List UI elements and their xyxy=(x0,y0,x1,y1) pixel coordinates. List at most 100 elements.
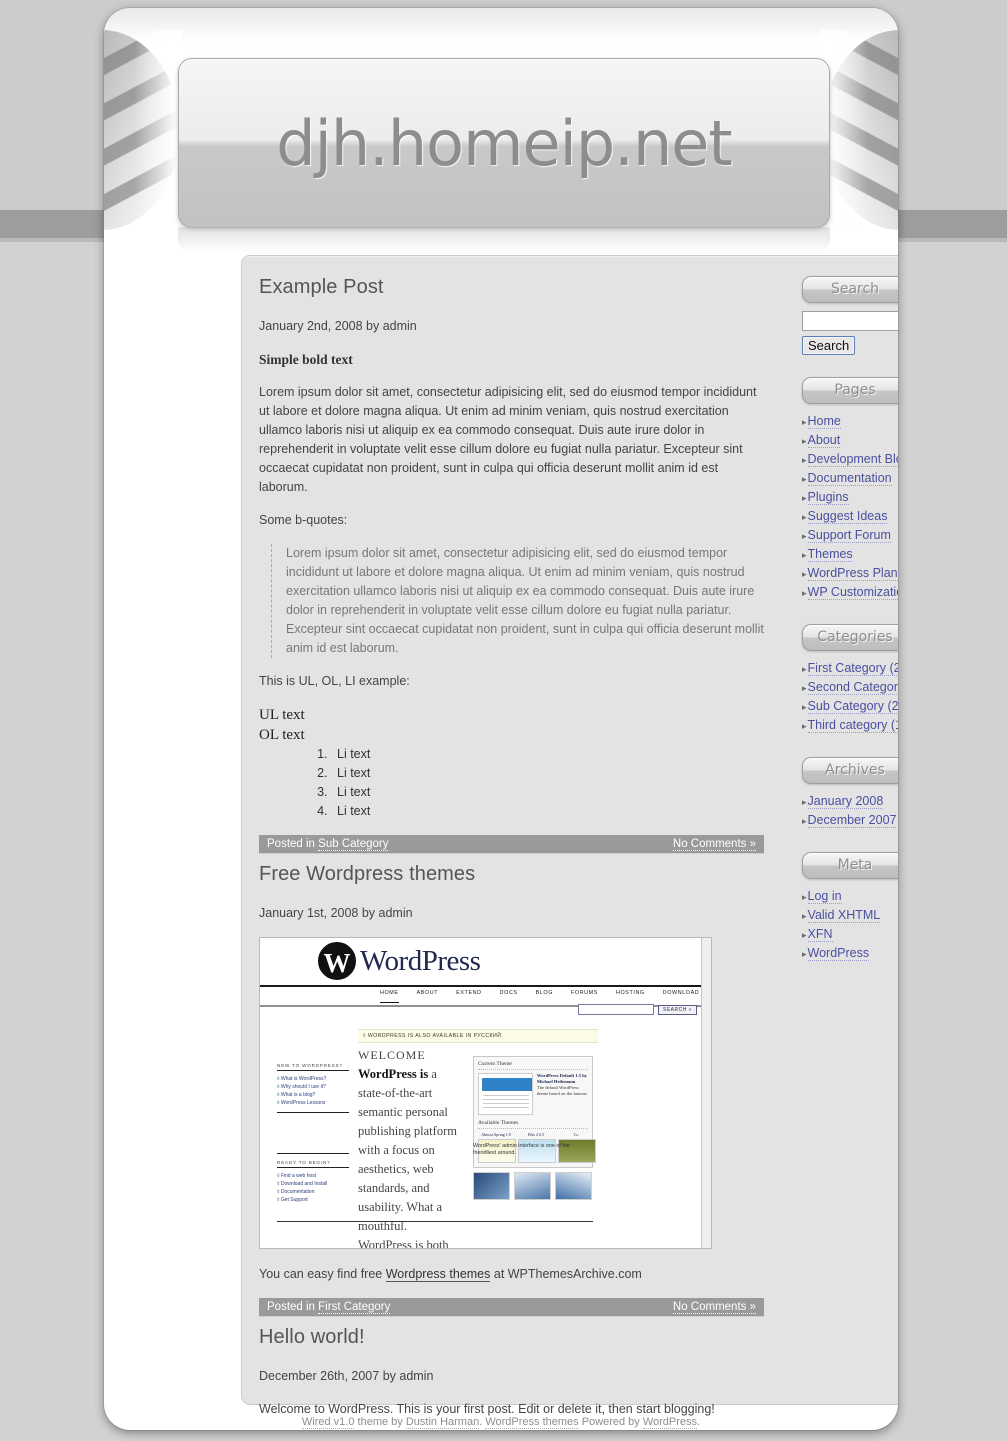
wp-link-list: ◊ Find a web host ◊ Download and Install… xyxy=(277,1172,349,1204)
list-item: ▸First Category (2) xyxy=(802,659,898,678)
widget-categories: Categories ▸First Category (2) ▸Second C… xyxy=(802,624,898,735)
post-example-post: Example Post January 2nd, 2008 by admin … xyxy=(259,276,764,853)
site-header-banner[interactable]: djh.homeip.net xyxy=(178,58,830,228)
wp-search-button: SEARCH » xyxy=(657,1004,697,1015)
sidebar-link[interactable]: Third category (1) xyxy=(807,718,898,733)
sidebar-link[interactable]: First Category (2) xyxy=(807,661,898,676)
wp-thumbnail xyxy=(473,1172,510,1200)
sidebar: Search Search Pages ▸Home ▸About ▸Develo… xyxy=(802,276,898,985)
chevron-right-icon: ▸ xyxy=(802,683,807,693)
widget-pages: Pages ▸Home ▸About ▸Development Blog ▸Do… xyxy=(802,377,898,602)
category-link[interactable]: Sub Category xyxy=(318,838,389,851)
wp-link: ◊ Get Support xyxy=(277,1197,308,1203)
sidebar-link[interactable]: Plugins xyxy=(807,490,849,505)
wp-lead: WordPress is xyxy=(358,1067,429,1081)
list-item: ▸WP Customization xyxy=(802,583,898,602)
wp-nav-item: BLOG xyxy=(535,990,553,996)
widget-title-pages: Pages xyxy=(802,377,898,404)
pages-list: ▸Home ▸About ▸Development Blog ▸Document… xyxy=(802,412,898,602)
post-list-intro: This is UL, OL, LI example: xyxy=(259,674,410,688)
widget-archives: Archives ▸January 2008 ▸December 2007 xyxy=(802,757,898,830)
post-meta-bar: Posted in First Category No Comments » xyxy=(259,1298,764,1316)
list-item: ▸Themes xyxy=(802,545,898,564)
list-item: ▸Development Blog xyxy=(802,450,898,469)
list-item: Li text xyxy=(331,802,764,821)
sidebar-link[interactable]: Home xyxy=(807,414,841,429)
sidebar-link[interactable]: Documentation xyxy=(807,471,892,486)
sidebar-link[interactable]: WP Customization xyxy=(807,585,898,600)
chevron-right-icon: ▸ xyxy=(802,892,807,902)
sidebar-link[interactable]: WordPress xyxy=(807,946,870,961)
wp-link: ◊ Why should I use it? xyxy=(277,1084,326,1090)
wp-theme-name: WordPress Default 1.5 by Michael Heilema… xyxy=(536,1073,588,1084)
wp-nav-item: HOSTING xyxy=(615,990,645,996)
page-frame: djh.homeip.net Example Post January 2nd,… xyxy=(104,8,898,1430)
sidebar-link[interactable]: Development Blog xyxy=(807,452,898,467)
decorative-fan-left-icon xyxy=(104,30,182,230)
post-title[interactable]: Example Post xyxy=(259,276,764,299)
wp-scrollbar xyxy=(701,938,711,1248)
sidebar-link[interactable]: About xyxy=(807,433,841,448)
list-item: ▸Support Forum xyxy=(802,526,898,545)
sidebar-link[interactable]: January 2008 xyxy=(807,794,884,809)
sidebar-link[interactable]: Log in xyxy=(807,889,842,904)
wp-thumbnail xyxy=(514,1172,551,1200)
meta-list: ▸Log in ▸Valid XHTML ▸XFN ▸WordPress xyxy=(802,887,898,963)
sidebar-link[interactable]: Support Forum xyxy=(807,528,891,543)
wp-welcome-heading: WELCOME xyxy=(358,1048,426,1062)
sidebar-link[interactable]: XFN xyxy=(807,927,833,942)
sidebar-link[interactable]: Themes xyxy=(807,547,853,562)
post-date: January 1st, 2008 by admin xyxy=(259,906,413,920)
comments-link[interactable]: No Comments » xyxy=(672,1301,756,1314)
wp-search-input xyxy=(577,1004,654,1015)
theme-link[interactable]: Wired v1.0 xyxy=(301,1416,355,1429)
post-title[interactable]: Free Wordpress themes xyxy=(259,863,764,886)
chevron-right-icon: ▸ xyxy=(802,493,807,503)
wp-link-list: ◊ What is WordPress? ◊ Why should I use … xyxy=(277,1075,349,1107)
wp-divider xyxy=(277,1112,349,1113)
list-item: ▸Valid XHTML xyxy=(802,906,898,925)
wp-link: ◊ Documentation xyxy=(277,1189,315,1195)
list-item: Li text xyxy=(331,783,764,802)
sidebar-link[interactable]: Second Category (1) xyxy=(807,680,898,695)
wp-themes-link[interactable]: WordPress themes xyxy=(485,1416,579,1429)
search-input[interactable] xyxy=(802,311,898,331)
sidebar-link[interactable]: Valid XHTML xyxy=(807,908,881,923)
post-date: December 26th, 2007 by admin xyxy=(259,1369,434,1383)
chevron-right-icon: ▸ xyxy=(802,569,807,579)
wordpress-link[interactable]: WordPress xyxy=(642,1416,698,1429)
list-item: ▸WordPress xyxy=(802,944,898,963)
chevron-right-icon: ▸ xyxy=(802,417,807,427)
wp-panel-title: Current Theme xyxy=(478,1061,588,1070)
sidebar-link[interactable]: December 2007 xyxy=(807,813,897,828)
wp-link: ◊ WordPress Lessons xyxy=(277,1100,326,1106)
chevron-right-icon: ▸ xyxy=(802,911,807,921)
list-item: ▸About xyxy=(802,431,898,450)
category-link[interactable]: First Category xyxy=(318,1301,391,1314)
post-title[interactable]: Hello world! xyxy=(259,1326,764,1349)
wp-nav-item: EXTEND xyxy=(456,990,482,996)
wp-link: ◊ What is WordPress? xyxy=(277,1076,327,1082)
post-quote-intro: Some b-quotes: xyxy=(259,513,348,527)
chevron-right-icon: ▸ xyxy=(802,930,807,940)
author-link[interactable]: Dustin Harman xyxy=(405,1416,480,1429)
comments-link[interactable]: No Comments » xyxy=(672,838,756,851)
wordpress-wordmark: WordPress xyxy=(360,945,481,977)
post-categories: Posted in First Category xyxy=(267,1301,391,1314)
sidebar-link[interactable]: Sub Category (2) xyxy=(807,699,898,714)
search-button[interactable]: Search xyxy=(802,336,856,355)
wordpress-themes-link[interactable]: Wordpress themes xyxy=(385,1267,491,1282)
sidebar-link[interactable]: WordPress Planet xyxy=(807,566,898,581)
chevron-right-icon: ▸ xyxy=(802,797,807,807)
widget-title-meta: Meta xyxy=(802,852,898,879)
list-item: ▸Log in xyxy=(802,887,898,906)
chevron-right-icon: ▸ xyxy=(802,702,807,712)
chevron-right-icon: ▸ xyxy=(802,531,807,541)
wp-theme-thumbnail xyxy=(478,1073,533,1115)
post-paragraph: Lorem ipsum dolor sit amet, consectetur … xyxy=(259,385,757,494)
sidebar-link[interactable]: Suggest Ideas xyxy=(807,509,888,524)
widget-meta: Meta ▸Log in ▸Valid XHTML ▸XFN ▸WordPres… xyxy=(802,852,898,963)
wp-link: ◊ Download and Install xyxy=(277,1181,328,1187)
list-item: ▸Second Category (1) xyxy=(802,678,898,697)
site-title: djh.homeip.net xyxy=(276,106,732,180)
